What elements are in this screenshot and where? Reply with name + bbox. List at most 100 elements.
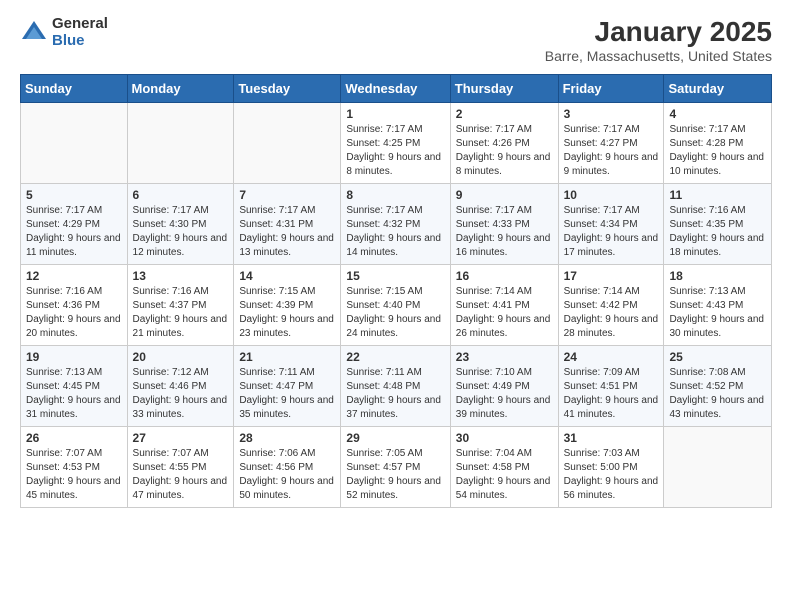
day-number: 20 <box>133 350 229 364</box>
table-row: 19Sunrise: 7:13 AM Sunset: 4:45 PM Dayli… <box>21 346 128 427</box>
table-row: 21Sunrise: 7:11 AM Sunset: 4:47 PM Dayli… <box>234 346 341 427</box>
day-info: Sunrise: 7:17 AM Sunset: 4:28 PM Dayligh… <box>669 123 766 179</box>
logo-icon <box>20 19 48 47</box>
table-row: 9 Sunrise: 7:17 AM Sunset: 4:33 PM Daylig… <box>450 184 558 265</box>
table-row: 17Sunrise: 7:14 AM Sunset: 4:42 PM Dayli… <box>558 265 664 346</box>
table-row: 15 Sunrise: 7:15 AM Sunset: 4:40 PM Dayli… <box>341 265 450 346</box>
day-info: Sunrise: 7:17 AM Sunset: 4:26 PM Dayligh… <box>456 123 553 179</box>
table-row: 8Sunrise: 7:17 AM Sunset: 4:32 PM Daylig… <box>341 184 450 265</box>
day-number: 15 <box>346 269 444 283</box>
logo-general-text: General <box>52 16 108 33</box>
day-number: 28 <box>239 431 335 445</box>
day-info: Sunrise: 7:12 AM Sunset: 4:46 PM Dayligh… <box>133 366 229 422</box>
day-number: 8 <box>346 188 444 202</box>
day-number: 7 <box>239 188 335 202</box>
calendar-header-row: Sunday Monday Tuesday Wednesday Thursday… <box>21 75 772 103</box>
calendar-table: Sunday Monday Tuesday Wednesday Thursday… <box>20 74 772 508</box>
table-row: 27 Sunrise: 7:07 AM Sunset: 4:55 PM Dayli… <box>127 427 234 508</box>
day-info: Sunrise: 7:10 AM Sunset: 4:49 PM Dayligh… <box>456 366 553 422</box>
day-info: Sunrise: 7:17 AM Sunset: 4:31 PM Dayligh… <box>239 204 335 260</box>
day-info: Sunrise: 7:16 AM Sunset: 4:35 PM Dayligh… <box>669 204 766 260</box>
day-info: Sunrise: 7:17 AM Sunset: 4:25 PM Dayligh… <box>346 123 444 179</box>
day-number: 25 <box>669 350 766 364</box>
day-info: Sunrise: 7:17 AM Sunset: 4:27 PM Dayligh… <box>564 123 659 179</box>
month-title: January 2025 <box>545 16 772 48</box>
day-number: 29 <box>346 431 444 445</box>
day-info: Sunrise: 7:17 AM Sunset: 4:29 PM Dayligh… <box>26 204 122 260</box>
col-saturday: Saturday <box>664 75 772 103</box>
day-number: 2 <box>456 107 553 121</box>
day-number: 23 <box>456 350 553 364</box>
day-number: 9 <box>456 188 553 202</box>
table-row: 3 Sunrise: 7:17 AM Sunset: 4:27 PM Daylig… <box>558 103 664 184</box>
calendar-week-row: 19Sunrise: 7:13 AM Sunset: 4:45 PM Dayli… <box>21 346 772 427</box>
day-number: 26 <box>26 431 122 445</box>
table-row: 1Sunrise: 7:17 AM Sunset: 4:25 PM Daylig… <box>341 103 450 184</box>
day-info: Sunrise: 7:07 AM Sunset: 4:55 PM Dayligh… <box>133 447 229 503</box>
table-row: 28 Sunrise: 7:06 AM Sunset: 4:56 PM Dayli… <box>234 427 341 508</box>
day-info: Sunrise: 7:13 AM Sunset: 4:45 PM Dayligh… <box>26 366 122 422</box>
table-row <box>127 103 234 184</box>
day-number: 27 <box>133 431 229 445</box>
day-number: 14 <box>239 269 335 283</box>
day-info: Sunrise: 7:06 AM Sunset: 4:56 PM Dayligh… <box>239 447 335 503</box>
calendar-week-row: 12 Sunrise: 7:16 AM Sunset: 4:36 PM Dayli… <box>21 265 772 346</box>
table-row: 2 Sunrise: 7:17 AM Sunset: 4:26 PM Daylig… <box>450 103 558 184</box>
table-row: 7 Sunrise: 7:17 AM Sunset: 4:31 PM Daylig… <box>234 184 341 265</box>
calendar-week-row: 5 Sunrise: 7:17 AM Sunset: 4:29 PM Daylig… <box>21 184 772 265</box>
table-row <box>234 103 341 184</box>
day-number: 24 <box>564 350 659 364</box>
logo-blue-text: Blue <box>52 33 108 50</box>
day-info: Sunrise: 7:15 AM Sunset: 4:40 PM Dayligh… <box>346 285 444 341</box>
day-number: 4 <box>669 107 766 121</box>
day-info: Sunrise: 7:17 AM Sunset: 4:34 PM Dayligh… <box>564 204 659 260</box>
table-row <box>664 427 772 508</box>
day-number: 3 <box>564 107 659 121</box>
day-number: 16 <box>456 269 553 283</box>
day-info: Sunrise: 7:17 AM Sunset: 4:33 PM Dayligh… <box>456 204 553 260</box>
day-info: Sunrise: 7:16 AM Sunset: 4:36 PM Dayligh… <box>26 285 122 341</box>
day-info: Sunrise: 7:11 AM Sunset: 4:48 PM Dayligh… <box>346 366 444 422</box>
table-row: 11 Sunrise: 7:16 AM Sunset: 4:35 PM Dayli… <box>664 184 772 265</box>
table-row: 12 Sunrise: 7:16 AM Sunset: 4:36 PM Dayli… <box>21 265 128 346</box>
day-number: 5 <box>26 188 122 202</box>
day-number: 6 <box>133 188 229 202</box>
day-info: Sunrise: 7:07 AM Sunset: 4:53 PM Dayligh… <box>26 447 122 503</box>
table-row: 24 Sunrise: 7:09 AM Sunset: 4:51 PM Dayli… <box>558 346 664 427</box>
day-info: Sunrise: 7:05 AM Sunset: 4:57 PM Dayligh… <box>346 447 444 503</box>
table-row: 4 Sunrise: 7:17 AM Sunset: 4:28 PM Daylig… <box>664 103 772 184</box>
table-row: 23 Sunrise: 7:10 AM Sunset: 4:49 PM Dayli… <box>450 346 558 427</box>
day-number: 11 <box>669 188 766 202</box>
col-monday: Monday <box>127 75 234 103</box>
table-row: 6Sunrise: 7:17 AM Sunset: 4:30 PM Daylig… <box>127 184 234 265</box>
day-info: Sunrise: 7:03 AM Sunset: 5:00 PM Dayligh… <box>564 447 659 503</box>
table-row: 25Sunrise: 7:08 AM Sunset: 4:52 PM Dayli… <box>664 346 772 427</box>
day-number: 31 <box>564 431 659 445</box>
table-row: 30Sunrise: 7:04 AM Sunset: 4:58 PM Dayli… <box>450 427 558 508</box>
day-number: 13 <box>133 269 229 283</box>
day-info: Sunrise: 7:16 AM Sunset: 4:37 PM Dayligh… <box>133 285 229 341</box>
col-thursday: Thursday <box>450 75 558 103</box>
day-info: Sunrise: 7:14 AM Sunset: 4:42 PM Dayligh… <box>564 285 659 341</box>
table-row: 26 Sunrise: 7:07 AM Sunset: 4:53 PM Dayli… <box>21 427 128 508</box>
day-info: Sunrise: 7:15 AM Sunset: 4:39 PM Dayligh… <box>239 285 335 341</box>
day-info: Sunrise: 7:04 AM Sunset: 4:58 PM Dayligh… <box>456 447 553 503</box>
location-title: Barre, Massachusetts, United States <box>545 48 772 64</box>
logo-text: General Blue <box>52 16 108 49</box>
table-row: 13 Sunrise: 7:16 AM Sunset: 4:37 PM Dayli… <box>127 265 234 346</box>
page: General Blue January 2025 Barre, Massach… <box>0 0 792 524</box>
day-number: 12 <box>26 269 122 283</box>
calendar-week-row: 26 Sunrise: 7:07 AM Sunset: 4:53 PM Dayli… <box>21 427 772 508</box>
day-info: Sunrise: 7:09 AM Sunset: 4:51 PM Dayligh… <box>564 366 659 422</box>
table-row: 29 Sunrise: 7:05 AM Sunset: 4:57 PM Dayli… <box>341 427 450 508</box>
col-friday: Friday <box>558 75 664 103</box>
day-number: 21 <box>239 350 335 364</box>
day-number: 22 <box>346 350 444 364</box>
day-number: 18 <box>669 269 766 283</box>
logo: General Blue <box>20 16 108 49</box>
header: General Blue January 2025 Barre, Massach… <box>20 16 772 64</box>
table-row: 22 Sunrise: 7:11 AM Sunset: 4:48 PM Dayli… <box>341 346 450 427</box>
table-row: 31 Sunrise: 7:03 AM Sunset: 5:00 PM Dayli… <box>558 427 664 508</box>
calendar-week-row: 1Sunrise: 7:17 AM Sunset: 4:25 PM Daylig… <box>21 103 772 184</box>
table-row: 20 Sunrise: 7:12 AM Sunset: 4:46 PM Dayli… <box>127 346 234 427</box>
